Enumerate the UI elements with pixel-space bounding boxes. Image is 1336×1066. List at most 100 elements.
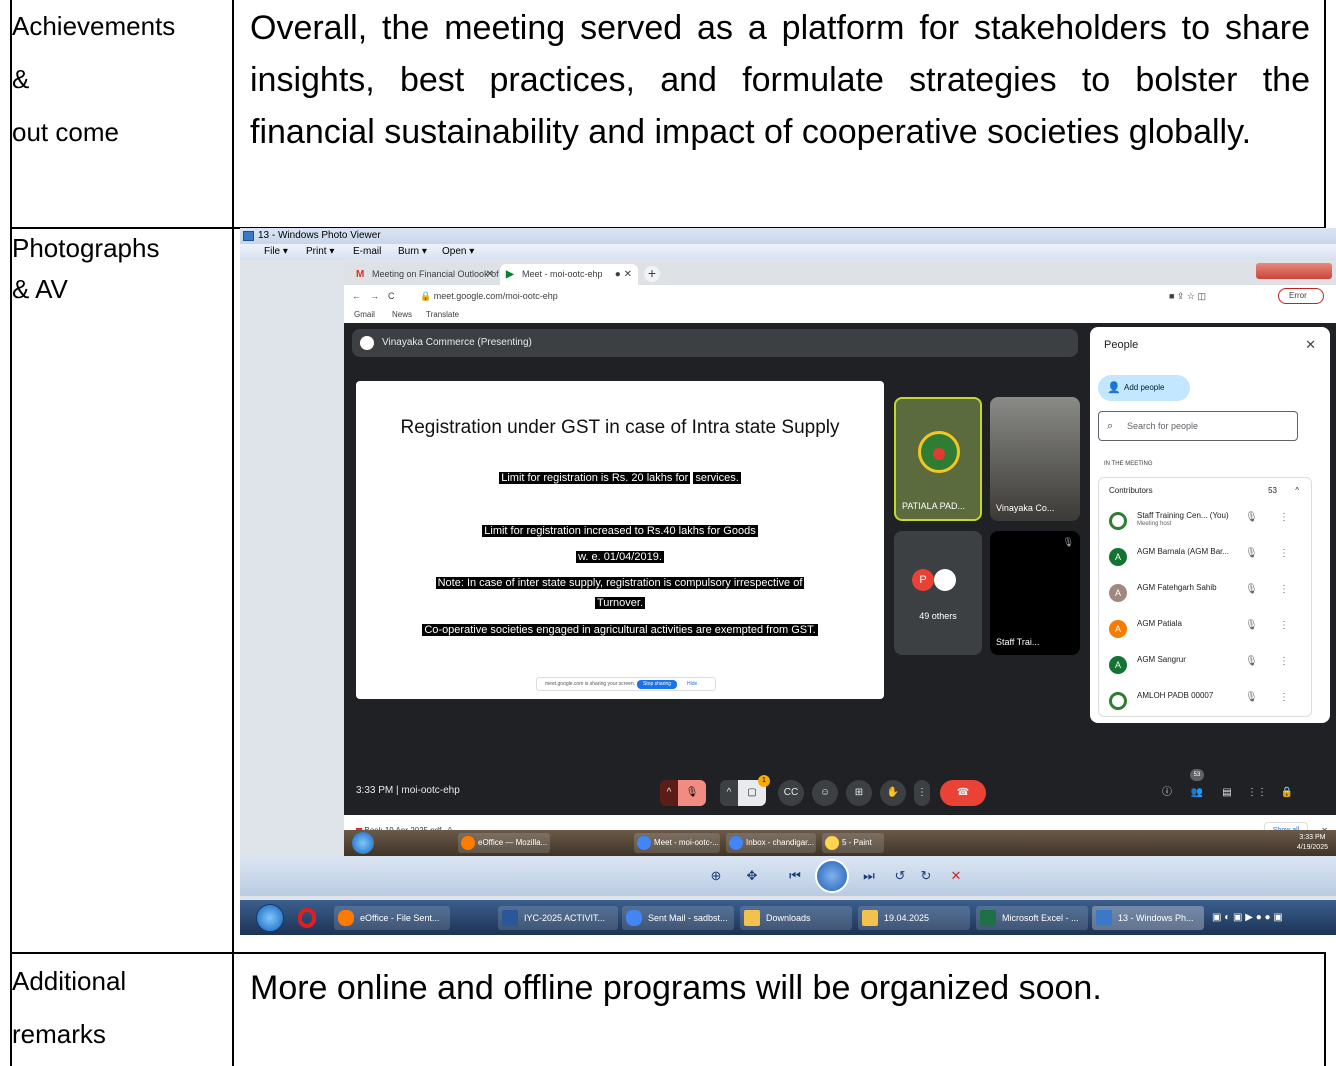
participant-row[interactable]: AMLOH PADB 00007 🎙 ⋮ [1099, 684, 1311, 716]
more-options-icon[interactable]: ⋮ [1279, 512, 1289, 523]
contributors-header[interactable]: Contributors 53 ^ [1109, 484, 1303, 498]
taskbar-item[interactable]: Meet - moi-ootc-... [634, 833, 720, 853]
forward-icon[interactable]: → [370, 285, 379, 307]
tile-staff-training[interactable]: 🎙 Staff Trai... [990, 531, 1080, 655]
menu-burn[interactable]: Burn ▾ [398, 244, 427, 260]
window-controls[interactable] [1256, 263, 1332, 279]
browser-action-icons[interactable]: ■ ⇪ ☆ ◫ [1169, 285, 1206, 307]
participant-name: AGM Barnala (AGM Bar... [1137, 547, 1230, 556]
search-people-input[interactable]: ⌕ Search for people [1098, 411, 1298, 441]
chevron-up-icon[interactable]: ^ [660, 780, 678, 806]
new-tab-icon[interactable]: + [644, 266, 660, 282]
bookmark-gmail[interactable]: Gmail [354, 307, 375, 323]
chat-icon[interactable]: ▤ [1214, 780, 1240, 806]
avatar: A [1109, 548, 1127, 566]
slide-line-6: Co-operative societies engaged in agricu… [356, 623, 884, 637]
tile-patiala[interactable]: PATIALA PAD... [894, 397, 982, 521]
actual-size-icon[interactable]: ✥ [742, 865, 762, 887]
profile-error-button[interactable]: Error [1278, 288, 1324, 304]
add-people-button[interactable]: 👤 Add people [1098, 375, 1190, 401]
tab-meet[interactable]: ▶ Meet - moi-ootc-ehp ● ✕ [500, 264, 638, 285]
share-notice-text: meet.google.com is sharing your screen. [545, 681, 636, 687]
more-options-icon[interactable]: ⋮ [914, 780, 930, 806]
slide-line-1: Limit for registration is Rs. 20 lakhs f… [356, 471, 884, 485]
captions-icon[interactable]: CC [778, 780, 804, 806]
table-border-left [10, 0, 12, 1066]
label-line: remarks [12, 1019, 106, 1049]
taskbar-item[interactable]: 19.04.2025 [858, 906, 970, 930]
taskbar-item[interactable]: Sent Mail - sadbst... [622, 906, 734, 930]
clock-date: 4/19/2025 [1296, 844, 1328, 851]
slideshow-button[interactable] [815, 859, 849, 893]
menu-print[interactable]: Print ▾ [306, 244, 334, 260]
tile-vinayaka-video[interactable]: Vinayaka Co... [990, 397, 1080, 521]
menu-email[interactable]: E-mail [353, 244, 381, 260]
start-orb-icon[interactable] [256, 904, 284, 932]
stop-sharing-button[interactable]: Stop sharing [637, 680, 677, 689]
taskbar-item[interactable]: 13 - Windows Ph... [1092, 906, 1204, 930]
more-options-icon[interactable]: ⋮ [1279, 692, 1289, 703]
chevron-up-icon[interactable]: ^ [720, 780, 738, 806]
hide-button[interactable]: Hide [687, 678, 697, 690]
present-icon[interactable]: ⊞ [846, 780, 872, 806]
participant-row[interactable]: A AGM Barnala (AGM Bar... 🎙 ⋮ [1099, 540, 1311, 576]
taskbar-item[interactable]: eOffice - File Sent... [334, 906, 450, 930]
table-border-right-bottom [1324, 952, 1326, 1066]
more-options-icon[interactable]: ⋮ [1279, 548, 1289, 559]
participant-row[interactable]: A AGM Sangrur 🎙 ⋮ [1099, 648, 1311, 684]
participant-row[interactable]: Staff Training Cen... (You) Meeting host 🎙… [1099, 504, 1311, 540]
taskbar-clock: 3:33 PM 4/19/2025 [1297, 833, 1328, 853]
raise-hand-icon[interactable]: ✋ [880, 780, 906, 806]
mic-off-button[interactable]: 🎙 [678, 780, 706, 806]
close-icon[interactable]: ✕ [486, 264, 494, 285]
activities-icon[interactable]: ⋮⋮ [1244, 780, 1270, 806]
taskbar-item[interactable]: eOffice — Mozilla... [458, 833, 550, 853]
rotate-right-icon[interactable]: ↻ [916, 865, 936, 887]
more-options-icon[interactable]: ⋮ [1279, 620, 1289, 631]
tile-name: PATIALA PAD... [902, 501, 966, 511]
photo-viewer-icon [243, 231, 254, 241]
taskbar-item[interactable]: IYC-2025 ACTIVIT... [498, 906, 618, 930]
emoji-icon[interactable]: ☺ [812, 780, 838, 806]
people-icon[interactable]: 👥 [1184, 780, 1210, 806]
meeting-screenshot: 13 - Windows Photo Viewer File ▾ Print ▾… [240, 228, 1336, 935]
participant-row[interactable]: A AGM Patiala 🎙 ⋮ [1099, 612, 1311, 648]
previous-icon[interactable]: ⏮ [780, 865, 810, 887]
next-icon[interactable]: ⏭ [854, 865, 884, 887]
bookmark-news[interactable]: News [392, 307, 412, 323]
more-options-icon[interactable]: ⋮ [1279, 656, 1289, 667]
taskbar-item[interactable]: Inbox - chandigar... [726, 833, 816, 853]
info-icon[interactable]: ⓘ [1154, 780, 1180, 806]
tile-others[interactable]: P 49 others [894, 531, 982, 655]
back-icon[interactable]: ← [352, 285, 361, 307]
slide-line-3: w. e. 01/04/2019. [356, 550, 884, 564]
more-options-icon[interactable]: ⋮ [1279, 584, 1289, 595]
shared-slide: Registration under GST in case of Intra … [356, 381, 884, 699]
close-icon[interactable]: ✕ [1305, 337, 1316, 353]
reload-icon[interactable]: C [388, 285, 395, 307]
host-controls-icon[interactable]: 🔒 [1274, 780, 1300, 806]
chevron-up-icon[interactable]: ^ [1295, 484, 1299, 498]
tab-meeting-outlook[interactable]: M Meeting on Financial Outlook of ✕ [350, 264, 500, 285]
delete-icon[interactable]: ✕ [946, 865, 966, 887]
outer-taskbar: eOffice - File Sent... IYC-2025 ACTIVIT.… [240, 900, 1336, 935]
taskbar-label: Meet - moi-ootc-... [654, 838, 719, 847]
zoom-icon[interactable]: ⊕ [704, 865, 728, 887]
taskbar-item[interactable]: 5 - Paint [822, 833, 884, 853]
close-icon[interactable]: ● ✕ [615, 264, 632, 285]
rotate-left-icon[interactable]: ↺ [890, 865, 910, 887]
slide-line-5: Turnover. [356, 596, 884, 610]
bookmark-translate[interactable]: Translate [426, 307, 459, 323]
opera-icon[interactable] [298, 908, 316, 928]
taskbar-item[interactable]: Microsoft Excel - ... [976, 906, 1088, 930]
end-call-button[interactable]: ☎ [940, 780, 986, 806]
others-count: 49 others [919, 611, 957, 621]
start-orb-icon[interactable] [352, 832, 374, 854]
taskbar-item[interactable]: Downloads [740, 906, 852, 930]
menu-file[interactable]: File ▾ [264, 244, 288, 260]
participant-row[interactable]: A AGM Fatehgarh Sahib 🎙 ⋮ [1099, 576, 1311, 612]
presenting-label: Vinayaka Commerce (Presenting) [382, 337, 532, 348]
menu-open[interactable]: Open ▾ [442, 244, 474, 260]
system-tray-icons[interactable]: ▣ ◐ ▣ ▶ ● ● ▣ [1212, 912, 1283, 923]
url-field[interactable]: 🔒 meet.google.com/moi-ootc-ehp [410, 288, 930, 304]
